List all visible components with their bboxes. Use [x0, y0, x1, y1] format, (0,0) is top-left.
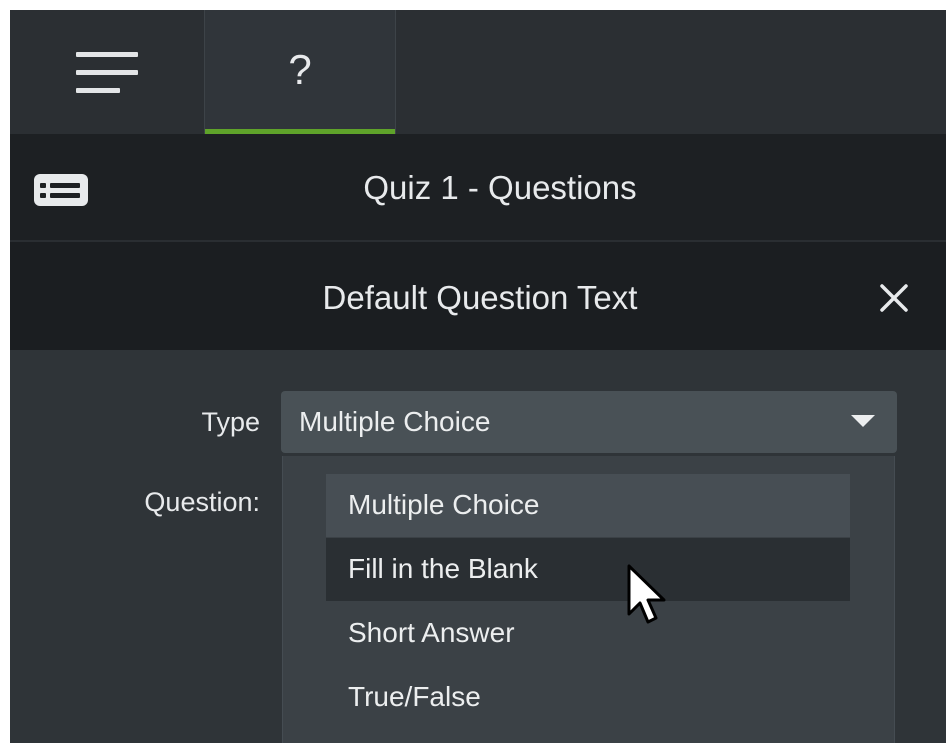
option-short-answer[interactable]: Short Answer [326, 602, 850, 665]
question-mark-icon: ? [288, 46, 312, 93]
option-label: True/False [348, 681, 481, 712]
type-label: Type [201, 407, 260, 437]
quiz-title: Quiz 1 - Questions [363, 169, 637, 206]
hamburger-icon[interactable] [76, 50, 138, 94]
option-label: Short Answer [348, 617, 515, 648]
quiz-panel: ? Quiz 1 - Questions Default Question Te… [10, 10, 946, 743]
mouse-cursor-icon [627, 564, 666, 624]
option-fill-in-the-blank[interactable]: Fill in the Blank [326, 538, 850, 601]
option-true-false[interactable]: True/False [326, 666, 850, 729]
option-multiple-choice[interactable]: Multiple Choice [326, 474, 850, 537]
tab-menu[interactable] [10, 10, 204, 134]
chevron-down-icon [851, 415, 875, 427]
question-title: Default Question Text [322, 279, 638, 316]
question-type-select[interactable]: Multiple Choice [281, 391, 897, 453]
panel-tab-bar: ? [10, 10, 946, 134]
option-label: Fill in the Blank [348, 553, 538, 584]
question-header: Default Question Text [10, 242, 946, 350]
close-icon[interactable] [876, 280, 916, 320]
list-icon[interactable] [34, 174, 88, 206]
tab-quiz[interactable]: ? [204, 10, 396, 134]
option-label: Multiple Choice [348, 489, 540, 520]
question-type-selected-value: Multiple Choice [299, 406, 491, 437]
question-label: Question: [144, 487, 260, 517]
quiz-header: Quiz 1 - Questions [10, 134, 946, 242]
question-type-dropdown-menu: Multiple Choice Fill in the Blank Short … [282, 456, 895, 743]
